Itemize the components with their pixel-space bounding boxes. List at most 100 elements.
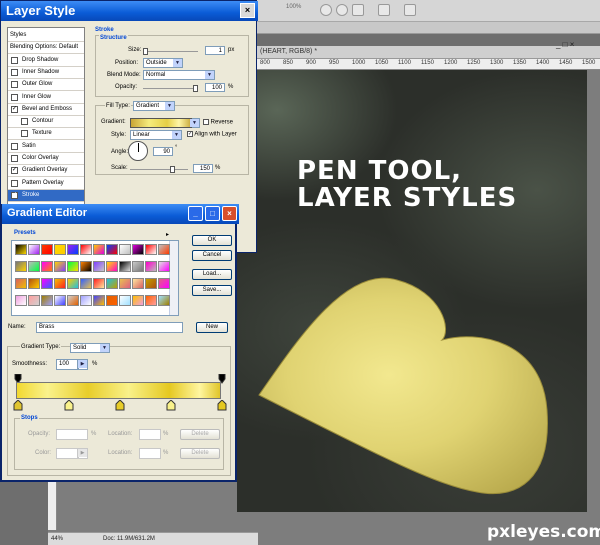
style-item[interactable]: Blending Options: Default (8, 42, 84, 55)
preset-swatch[interactable] (132, 278, 144, 289)
align-with-layer-checkbox[interactable]: ✓ Align with Layer (187, 131, 237, 138)
preset-swatch[interactable] (106, 278, 118, 289)
preset-swatch[interactable] (132, 295, 144, 306)
smoothness-input[interactable]: 100 (56, 359, 78, 370)
preset-swatch[interactable] (67, 261, 79, 272)
style-item[interactable]: Drop Shadow (8, 55, 84, 67)
preset-swatch[interactable] (158, 295, 170, 306)
angle-dial[interactable] (128, 141, 148, 161)
style-item[interactable]: ✓ Gradient Overlay (8, 165, 84, 178)
zoom-tool-icon[interactable] (336, 4, 348, 16)
size-slider[interactable] (143, 48, 198, 55)
size-input[interactable]: 1 (205, 46, 225, 55)
checkbox-icon[interactable] (11, 81, 18, 89)
preset-swatch[interactable] (119, 295, 131, 306)
style-item[interactable]: Inner Glow (8, 92, 84, 104)
new-button[interactable]: New (196, 322, 228, 333)
preset-swatch[interactable] (158, 261, 170, 272)
style-item[interactable]: Outer Glow (8, 79, 84, 92)
opacity-slider[interactable] (143, 85, 198, 92)
document-tab[interactable]: (HEART, RGB/8) * (256, 46, 600, 59)
stop-color-arrow[interactable]: ▶ (78, 448, 88, 459)
preset-swatch[interactable] (158, 244, 170, 255)
gradient-type-dropdown[interactable]: Solid ▼ (70, 343, 110, 353)
preset-swatch[interactable] (54, 244, 66, 255)
preset-swatch[interactable] (106, 261, 118, 272)
style-item[interactable]: Color Overlay (8, 153, 84, 165)
ok-button[interactable]: OK (192, 235, 232, 246)
window-controls[interactable]: _ □ × (556, 40, 588, 49)
blend-mode-dropdown[interactable]: Normal ▼ (143, 70, 215, 80)
checkbox-icon[interactable] (11, 179, 18, 187)
style-item[interactable]: Pattern Overlay (8, 178, 84, 190)
checkbox-icon[interactable] (11, 56, 18, 64)
preset-swatch[interactable] (93, 278, 105, 289)
close-icon[interactable]: × (222, 206, 237, 221)
preset-swatch[interactable] (93, 261, 105, 272)
position-dropdown[interactable]: Outside ▼ (143, 58, 183, 68)
preset-swatch[interactable] (41, 295, 53, 306)
minimize-icon[interactable]: _ (188, 206, 203, 221)
preset-swatch[interactable] (54, 261, 66, 272)
preset-swatch[interactable] (80, 295, 92, 306)
delete-opacity-stop-button[interactable]: Delete (180, 429, 220, 440)
color-stop-4[interactable] (166, 400, 178, 411)
angle-input[interactable]: 90 (153, 147, 173, 156)
preset-swatch[interactable] (93, 295, 105, 306)
preset-swatch[interactable] (119, 278, 131, 289)
checkbox-icon[interactable] (21, 130, 28, 138)
color-stop-3[interactable] (115, 400, 127, 411)
cancel-button[interactable]: Cancel (192, 250, 232, 261)
fill-type-dropdown[interactable]: Gradient ▼ (133, 101, 175, 111)
save-button[interactable]: Save... (192, 285, 232, 296)
preset-swatch[interactable] (132, 244, 144, 255)
delete-color-stop-button[interactable]: Delete (180, 448, 220, 459)
scale-slider[interactable] (130, 166, 188, 173)
rotate-view-icon[interactable] (352, 4, 364, 16)
load-button[interactable]: Load... (192, 269, 232, 280)
hand-tool-icon[interactable] (320, 4, 332, 16)
arrange-documents-icon[interactable] (378, 4, 390, 16)
preset-swatch[interactable] (28, 244, 40, 255)
style-item[interactable]: Inner Shadow (8, 67, 84, 79)
scale-input[interactable]: 150 (193, 164, 213, 173)
opacity-input[interactable]: 100 (205, 83, 225, 92)
preset-swatch[interactable] (15, 244, 27, 255)
preset-swatch[interactable] (54, 278, 66, 289)
size-slider-thumb[interactable] (143, 48, 148, 55)
color-stop-5[interactable] (217, 400, 229, 411)
stop-opacity-location-input[interactable] (139, 429, 161, 440)
preset-swatch[interactable] (106, 244, 118, 255)
style-item[interactable]: Contour (8, 116, 84, 129)
stop-color-swatch[interactable] (56, 448, 78, 459)
checkbox-icon[interactable] (11, 93, 18, 101)
color-stop-2[interactable] (64, 400, 76, 411)
preset-swatch[interactable] (54, 295, 66, 306)
style-item[interactable]: ✓ Stroke (8, 189, 84, 202)
preset-swatch[interactable] (106, 295, 118, 306)
checkmark-icon[interactable]: ✓ (11, 191, 18, 199)
gradient-editor-title-bar[interactable]: Gradient Editor _ □ × (2, 204, 239, 224)
checkmark-icon[interactable]: ✓ (11, 105, 18, 113)
layer-style-title-bar[interactable]: Layer Style × (1, 1, 258, 21)
preset-swatch[interactable] (15, 261, 27, 272)
preset-swatch[interactable] (28, 261, 40, 272)
style-dropdown[interactable]: Linear ▼ (130, 130, 182, 140)
gradient-swatch[interactable] (130, 118, 192, 128)
checkbox-icon[interactable] (11, 155, 18, 162)
preset-swatch[interactable] (41, 278, 53, 289)
preset-swatch[interactable] (67, 295, 79, 306)
reverse-checkbox[interactable]: Reverse (203, 119, 233, 126)
preset-swatch[interactable] (80, 278, 92, 289)
preset-swatch[interactable] (119, 244, 131, 255)
preset-swatch[interactable] (15, 278, 27, 289)
smoothness-arrow[interactable]: ▶ (78, 359, 88, 370)
preset-swatch[interactable] (28, 278, 40, 289)
gradient-preview-bar[interactable] (16, 382, 221, 399)
checkbox-icon[interactable] (21, 118, 28, 126)
status-zoom[interactable]: 44% (51, 536, 63, 542)
preset-swatch[interactable] (145, 278, 157, 289)
checkmark-icon[interactable]: ✓ (11, 167, 18, 175)
preset-swatch[interactable] (28, 295, 40, 306)
preset-swatch[interactable] (41, 261, 53, 272)
